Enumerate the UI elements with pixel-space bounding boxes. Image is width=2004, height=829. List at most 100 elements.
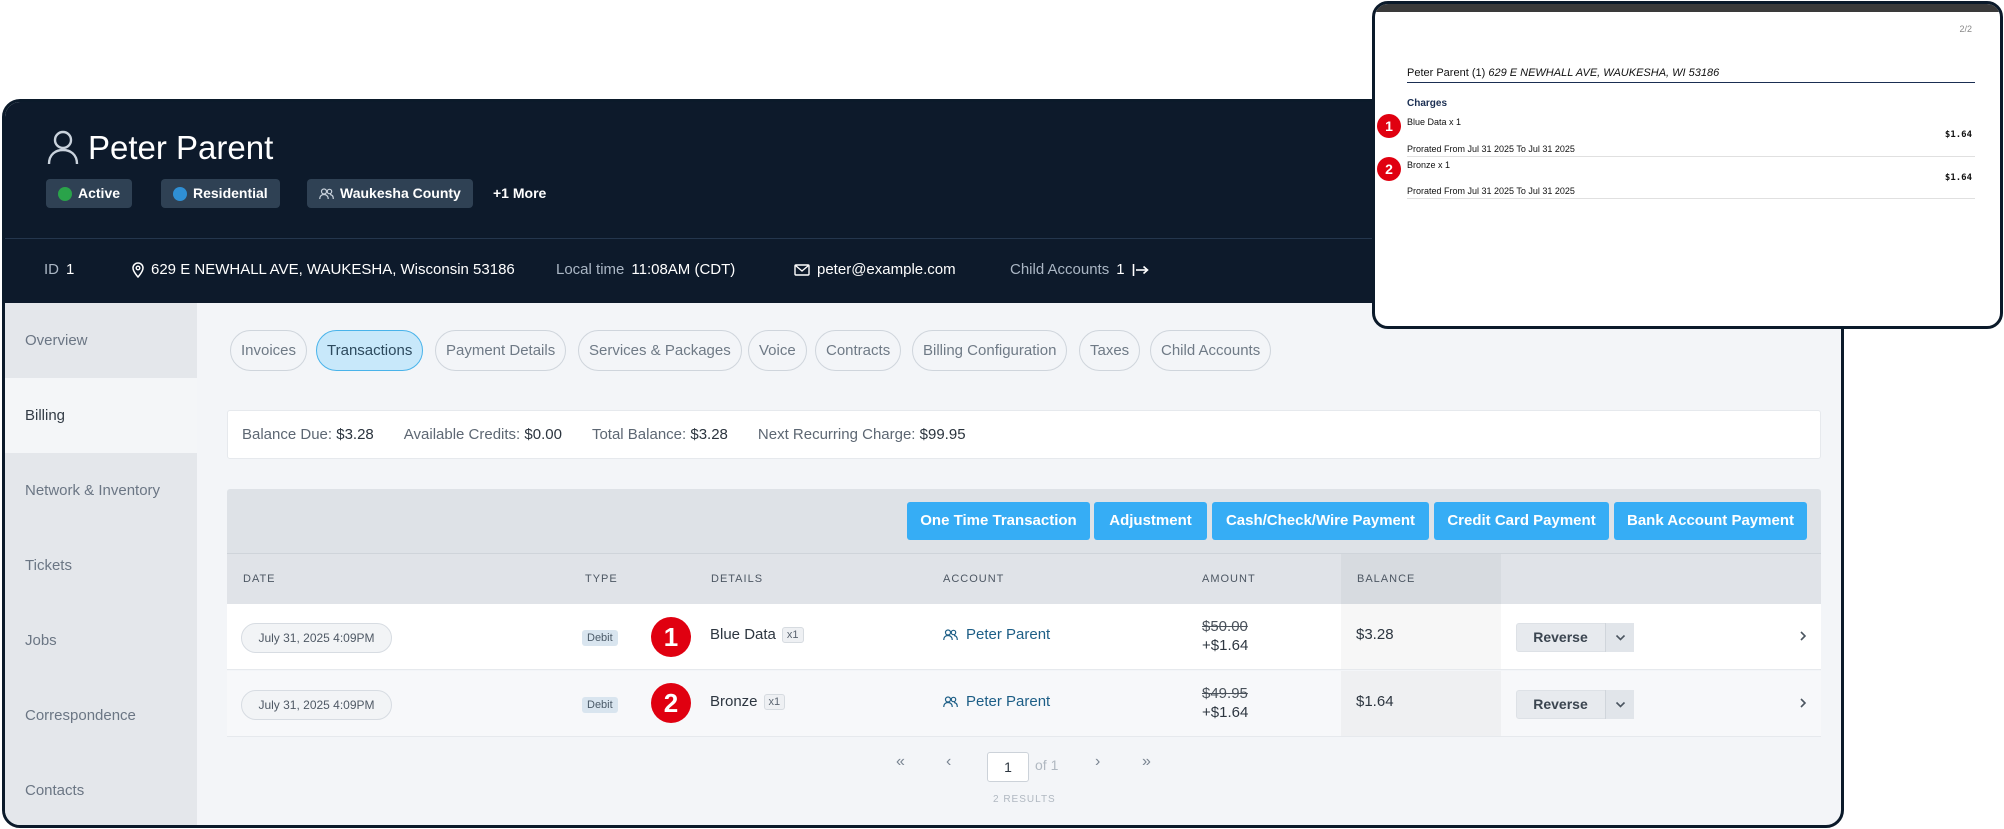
sidebar-item-jobs[interactable]: Jobs [5,603,197,678]
callout-marker: 1 [651,617,691,657]
child-accounts[interactable]: Child Accounts 1 [1010,261,1150,278]
tab-child-accounts[interactable]: Child Accounts [1150,330,1272,371]
transaction-date: July 31, 2025 4:09PM [241,623,392,653]
customer-email[interactable]: peter@example.com [794,261,956,278]
previous-page-button[interactable]: ‹ [946,753,951,771]
column-date[interactable]: DATE [243,573,276,585]
tab-invoices[interactable]: Invoices [230,330,308,371]
available-credits: Available Credits: $0.00 [404,426,562,443]
charged-amount: +$1.64 [1202,637,1249,654]
child-accounts-value: 1 [1116,261,1125,278]
running-balance: $1.64 [1356,693,1394,710]
id-value: 1 [66,261,75,278]
available-credits-label: Available Credits: [403,426,521,443]
tab-taxes[interactable]: Taxes [1079,330,1141,371]
customer-id: ID 1 [44,261,74,278]
address-text: 629 E NEWHALL AVE, WAUKESHA, Wisconsin 5… [151,261,515,278]
group-badge[interactable]: Waukesha County [307,179,473,208]
total-balance-value: $3.28 [690,426,728,443]
next-page-button[interactable]: › [1095,753,1100,771]
available-credits-value: $0.00 [524,426,562,443]
sidebar-item-correspondence[interactable]: Correspondence [5,678,197,753]
column-amount[interactable]: AMOUNT [1202,573,1256,585]
page-number-input[interactable] [987,752,1029,782]
tab-services-packages[interactable]: Services & Packages [578,330,742,371]
account-type-badge[interactable]: Residential [161,179,280,208]
id-label: ID [44,261,59,278]
bank-account-payment-button[interactable]: Bank Account Payment [1614,502,1807,540]
tab-billing-configuration[interactable]: Billing Configuration [912,330,1068,371]
tab-voice[interactable]: Voice [748,330,807,371]
original-amount: $50.00 [1202,618,1248,635]
invoice-customer: Peter Parent (1) [1407,67,1486,79]
account-link[interactable]: Peter Parent [943,626,1050,643]
transactions-table-header: DATE TYPE DETAILS ACCOUNT AMOUNT BALANCE [227,553,1821,605]
account-name: Peter Parent [966,626,1051,643]
transaction-details: Blue Data x1 [710,626,804,643]
details-text: Blue Data [710,626,776,643]
local-time: Local time 11:08AM (CDT) [556,261,735,278]
status-dot-icon [58,186,72,201]
invoice-line-note: Prorated From Jul 31 2025 To Jul 31 2025 [1407,186,1575,196]
invoice-line-item: Bronze x 1 [1407,160,1451,170]
quantity-badge: x1 [781,626,804,643]
invoice-charges-heading: Charges [1407,98,1448,109]
sidebar-item-overview[interactable]: Overview [5,303,197,378]
page-count: of 1 [1035,757,1059,773]
one-time-transaction-button[interactable]: One Time Transaction [907,502,1090,540]
group-icon [319,187,334,199]
chevron-right-icon[interactable] [1797,626,1809,646]
cash-check-wire-payment-button[interactable]: Cash/Check/Wire Payment [1212,502,1429,540]
customer-address[interactable]: 629 E NEWHALL AVE, WAUKESHA, Wisconsin 5… [132,261,515,278]
credit-card-payment-button[interactable]: Credit Card Payment [1434,502,1609,540]
column-details[interactable]: DETAILS [711,573,763,585]
invoice-customer-line: Peter Parent (1) 629 E NEWHALL AVE, WAUK… [1407,67,1975,83]
invoice-line-price: $1.64 [1944,173,1972,183]
sidebar-item-contacts[interactable]: Contacts [5,753,197,825]
transaction-amount: $49.95 +$1.64 [1202,684,1248,722]
group-label: Waukesha County [340,185,461,201]
mail-icon [794,263,810,276]
email-text: peter@example.com [817,261,956,278]
adjustment-button[interactable]: Adjustment [1094,502,1207,540]
column-account[interactable]: ACCOUNT [943,573,1004,585]
next-recurring-charge-value: $99.95 [919,426,966,443]
chevron-down-icon [1615,701,1626,708]
local-time-label: Local time [556,261,625,278]
column-balance[interactable]: BALANCE [1357,573,1415,585]
first-page-button[interactable]: « [896,753,905,771]
tab-contracts[interactable]: Contracts [815,330,902,371]
more-tags-link[interactable]: +1 More [493,185,546,201]
open-child-accounts-icon[interactable] [1132,263,1150,277]
invoice-line-price: $1.64 [1944,130,1972,140]
column-type[interactable]: TYPE [585,573,618,585]
transaction-actions-bar: One Time Transaction Adjustment Cash/Che… [227,489,1821,553]
account-link[interactable]: Peter Parent [943,693,1050,710]
sidebar-item-network-inventory[interactable]: Network & Inventory [5,453,197,528]
sidebar-item-tickets[interactable]: Tickets [5,528,197,603]
transaction-type-badge: Debit [582,697,618,713]
last-page-button[interactable]: » [1142,753,1151,771]
local-time-value: 11:08AM (CDT) [631,261,736,278]
balance-due: Balance Due: $3.28 [242,426,374,443]
reverse-options-dropdown[interactable] [1605,623,1634,652]
invoice-top-bar [1375,4,2000,12]
sidebar: Overview Billing Network & Inventory Tic… [5,303,197,825]
tab-payment-details[interactable]: Payment Details [435,330,567,371]
balance-due-value: $3.28 [336,426,374,443]
location-pin-icon [132,261,144,278]
chevron-right-icon[interactable] [1797,693,1809,713]
callout-marker: 2 [651,683,691,723]
account-icon [943,628,958,640]
tab-transactions[interactable]: Transactions [316,330,424,371]
reverse-options-dropdown[interactable] [1605,690,1634,719]
table-row[interactable]: July 31, 2025 4:09PM Debit 1 Blue Data x… [227,604,1821,670]
transaction-details: Bronze x1 [710,693,786,710]
account-type-dot-icon [173,186,187,201]
table-row[interactable]: July 31, 2025 4:09PM Debit 2 Bronze x1 P… [227,671,1821,737]
balance-due-label: Balance Due: [242,426,333,443]
invoice-line-note: Prorated From Jul 31 2025 To Jul 31 2025 [1407,144,1575,154]
status-badge[interactable]: Active [46,179,133,208]
invoice-line-divider [1407,156,1975,157]
sidebar-item-billing[interactable]: Billing [5,378,197,453]
